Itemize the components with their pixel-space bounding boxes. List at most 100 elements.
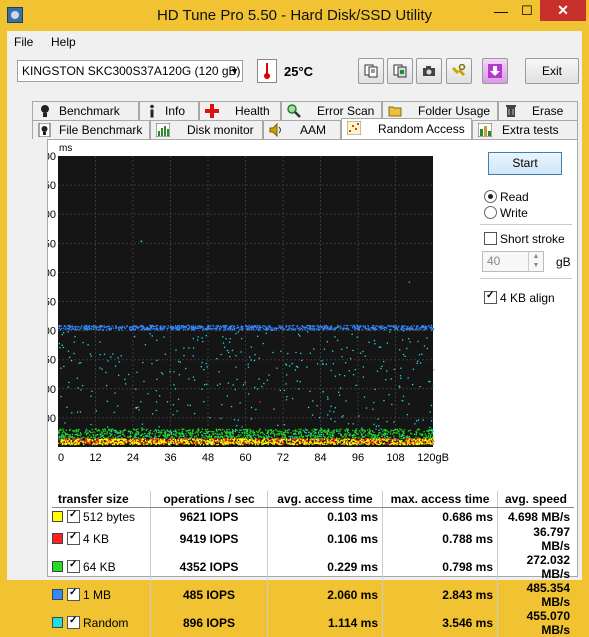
data-point [301,329,303,331]
tab-extra-tests[interactable]: Extra tests [472,120,578,139]
transfer-size-cell[interactable]: Random [52,609,151,637]
close-button[interactable]: ✕ [540,0,586,21]
data-point [399,349,401,351]
write-radio[interactable]: Write [484,206,528,220]
copy-screenshot-button[interactable] [387,58,413,84]
tab-aam[interactable]: AAM [263,120,341,139]
data-point [313,428,315,430]
transfer-size-cell[interactable]: 512 bytes [52,508,151,526]
maximize-button[interactable]: ☐ [516,2,538,22]
data-point [141,427,143,429]
data-point [429,436,432,438]
row-checkbox[interactable] [67,587,80,601]
data-point [417,438,419,441]
save-button[interactable] [482,58,508,84]
tab-disk-monitor[interactable]: Disk monitor [150,120,263,139]
data-point [62,434,64,436]
screenshot-button[interactable] [416,58,442,84]
transfer-size-cell[interactable]: 64 KB [52,553,151,581]
data-point [430,324,432,327]
data-point [291,325,294,327]
row-checkbox[interactable] [67,615,80,629]
data-point [385,432,387,434]
data-point [298,333,300,336]
series-color-swatch [52,533,63,544]
data-point [139,435,141,437]
data-point [202,328,204,330]
menu-help[interactable]: Help [51,35,76,49]
avg-cell: 1.114 ms [267,609,383,637]
data-point [163,436,166,438]
minimize-button[interactable]: — [490,2,512,22]
data-point [226,443,228,445]
data-point [223,430,226,432]
row-checkbox[interactable] [67,509,80,523]
x-tick-label: 84 [314,452,326,464]
data-point [330,369,332,372]
data-point [343,443,345,445]
spinner-arrows-icon[interactable]: ▲ ▼ [528,252,543,271]
start-button[interactable]: Start [488,152,562,175]
data-point [235,355,237,357]
data-point [296,443,298,446]
data-point [183,328,185,331]
row-checkbox[interactable] [67,559,80,573]
transfer-size-cell[interactable]: 4 KB [52,525,151,553]
tab-health[interactable]: Health [199,101,281,120]
tab-file-benchmark[interactable]: File Benchmark [32,120,150,139]
exit-button[interactable]: Exit [525,58,579,84]
copy-info-button[interactable] [358,58,384,84]
tab-info[interactable]: Info [139,101,199,120]
drive-select[interactable]: KINGSTON SKC300S37A120G (120 gB) ▼ [17,60,243,82]
data-point [194,412,196,415]
data-point [320,438,322,440]
data-point [415,433,417,436]
data-point [67,442,69,444]
data-point [109,328,111,330]
menu-file[interactable]: File [14,35,33,49]
data-point [307,406,310,409]
data-point [92,328,94,330]
align-checkbox[interactable]: 4 KB align [484,290,555,305]
data-point [205,362,207,365]
data-point [205,440,207,442]
tab-erase[interactable]: Erase [498,101,578,120]
data-point [144,432,146,435]
data-point [378,429,380,431]
row-checkbox[interactable] [67,531,80,545]
short-stroke-check-indicator[interactable] [484,232,497,245]
transfer-size-cell[interactable]: 1 MB [52,581,151,609]
data-point [329,326,331,328]
data-point [386,430,388,432]
data-point [337,440,339,442]
tab-benchmark[interactable]: Benchmark [32,101,139,120]
data-point [341,416,343,418]
short-stroke-checkbox[interactable]: Short stroke [484,232,565,246]
data-point [207,435,210,437]
data-point [413,433,416,436]
data-point [411,439,413,441]
read-radio-indicator[interactable] [484,190,497,203]
data-point [94,441,96,444]
options-button[interactable] [446,58,472,84]
data-point [311,429,313,431]
data-point [417,419,420,421]
title-bar[interactable]: HD Tune Pro 5.50 - Hard Disk/SSD Utility… [0,0,589,31]
write-radio-indicator[interactable] [484,206,497,219]
data-point [431,432,433,434]
data-point [386,342,388,344]
data-point [134,326,136,328]
align-check-indicator[interactable] [484,290,497,304]
data-point [222,342,225,344]
read-radio[interactable]: Read [484,190,529,204]
data-point [428,436,430,438]
short-stroke-spinner[interactable]: 40 ▲ ▼ [482,251,544,272]
data-point [169,429,172,432]
data-point [254,440,256,442]
tab-random-access[interactable]: Random Access [341,118,472,139]
data-point [216,358,218,360]
data-point [236,436,238,438]
data-point [226,395,228,397]
data-point [109,435,111,437]
data-point [89,442,91,444]
